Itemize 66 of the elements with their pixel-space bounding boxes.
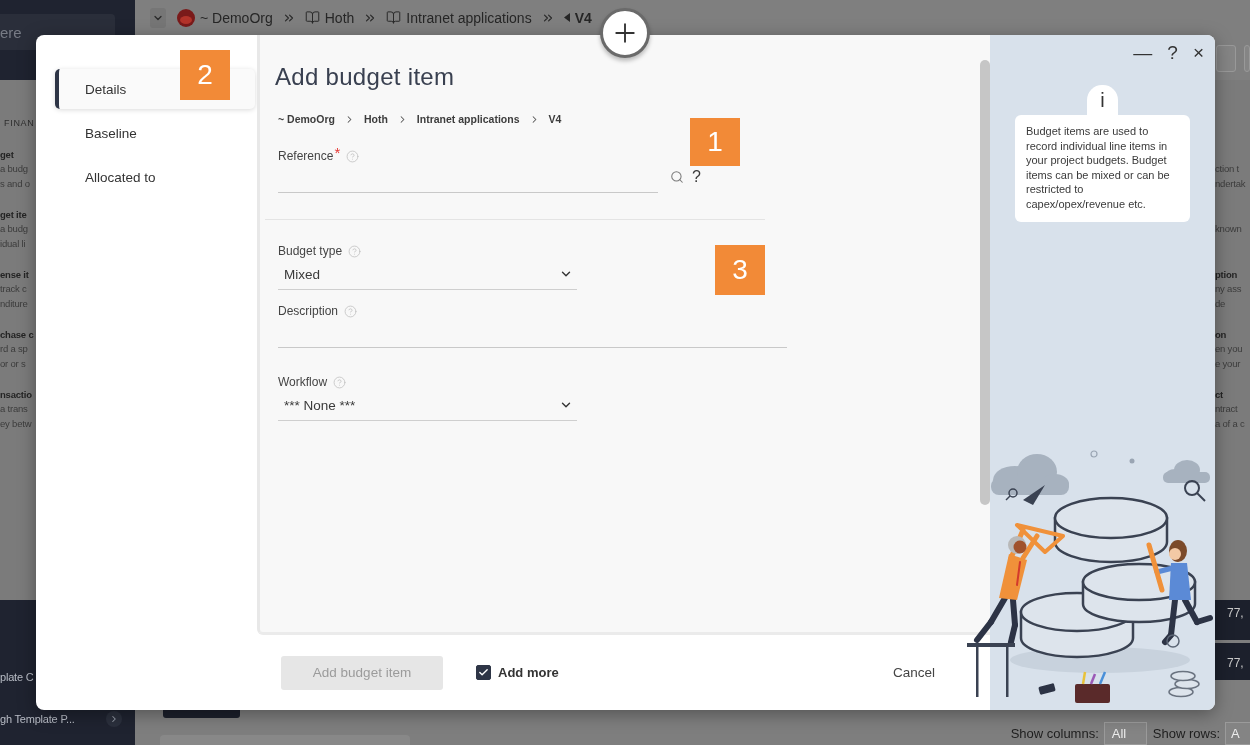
help-button[interactable]: ? <box>1167 42 1178 64</box>
cancel-button[interactable]: Cancel <box>892 665 935 680</box>
menu-heading: FINAN <box>3 117 35 129</box>
breadcrumb-link[interactable]: Intranet applications <box>416 113 520 125</box>
field-label: Budget type <box>278 244 343 258</box>
toolbar-button[interactable] <box>163 710 240 718</box>
toolbar-button[interactable] <box>1216 45 1236 72</box>
step-number-tooltip: 1 <box>690 118 740 166</box>
breadcrumb-link[interactable]: ~ DemoOrg <box>278 113 335 125</box>
menu-item-title[interactable]: chase c <box>0 327 34 342</box>
sidebar-item[interactable]: gh Template P... <box>0 713 75 725</box>
table-cell: 77, <box>1215 643 1250 680</box>
field-label: Reference <box>278 149 334 163</box>
menu-item-title[interactable]: get ite <box>0 207 27 222</box>
help-icon[interactable] <box>346 149 360 163</box>
breadcrumb-link[interactable]: Hoth <box>324 9 355 26</box>
checkbox-label[interactable]: Add more <box>498 665 559 680</box>
menu-item-text: ntract <box>1215 402 1238 416</box>
show-columns-label: Show columns: <box>1010 726 1099 741</box>
info-marker: i <box>1087 85 1118 115</box>
breadcrumb-current: V4 <box>574 9 592 26</box>
info-bubble: Budget items are used to record individual line items in your project budgets. Budget items can be mixed or can be restricted to capex/opex/revenue etc. <box>1015 115 1190 222</box>
menu-item-text: ey betw <box>0 416 32 431</box>
book-icon <box>386 10 402 25</box>
checkbox[interactable] <box>476 665 491 680</box>
check-icon <box>478 667 489 678</box>
search-icon[interactable] <box>670 170 684 184</box>
scrollbar-thumb[interactable] <box>980 60 990 505</box>
dialog-title: Add budget item <box>275 63 455 91</box>
breadcrumb-link[interactable]: Hoth <box>363 113 388 125</box>
select-field[interactable]: *** None *** <box>278 390 577 421</box>
breadcrumb-link[interactable]: Intranet applications <box>406 9 532 26</box>
nav-item[interactable]: Baseline <box>55 113 255 153</box>
menu-item-text: known <box>1215 222 1242 236</box>
menu-item-text: ny ass <box>1215 282 1242 296</box>
step-number-tooltip: 3 <box>715 245 765 295</box>
chevron-right-icon <box>109 714 119 724</box>
sidebar-item[interactable]: plate C <box>0 671 34 683</box>
menu-item-title[interactable]: ense it <box>0 267 29 282</box>
help-link[interactable]: ? <box>692 168 701 186</box>
menu-item-title[interactable]: ption <box>1215 267 1238 282</box>
field-label: Description <box>278 304 339 318</box>
book-icon <box>304 10 320 25</box>
breadcrumb-link[interactable]: ~ DemoOrg <box>200 9 273 26</box>
show-rows-label: Show rows: <box>1152 726 1220 741</box>
required-mark: * <box>334 148 341 158</box>
help-icon[interactable] <box>333 375 347 389</box>
help-icon[interactable] <box>348 244 362 258</box>
select-field[interactable]: Mixed <box>278 259 577 290</box>
toolbar-button[interactable] <box>1244 45 1250 72</box>
menu-item-text: ndertak <box>1215 176 1246 191</box>
step-number-tooltip: 2 <box>180 50 230 100</box>
expand-button[interactable] <box>106 711 122 727</box>
close-button[interactable]: × <box>1192 42 1204 64</box>
caret-icon <box>563 13 570 22</box>
menu-item-title[interactable]: get <box>0 147 14 162</box>
menu-item-title[interactable]: nsactio <box>0 387 32 402</box>
nav-item[interactable]: Allocated to <box>55 157 255 197</box>
field-label: Workflow <box>278 375 328 389</box>
menu-item-text: nditure <box>0 296 28 311</box>
minimize-button[interactable]: — <box>1133 42 1153 64</box>
logo-icon <box>177 8 195 27</box>
help-icon[interactable] <box>344 304 358 318</box>
table-cell: 77, <box>1215 600 1250 640</box>
breadcrumb-link[interactable]: V4 <box>548 113 562 125</box>
dropdown-button[interactable] <box>150 7 166 28</box>
